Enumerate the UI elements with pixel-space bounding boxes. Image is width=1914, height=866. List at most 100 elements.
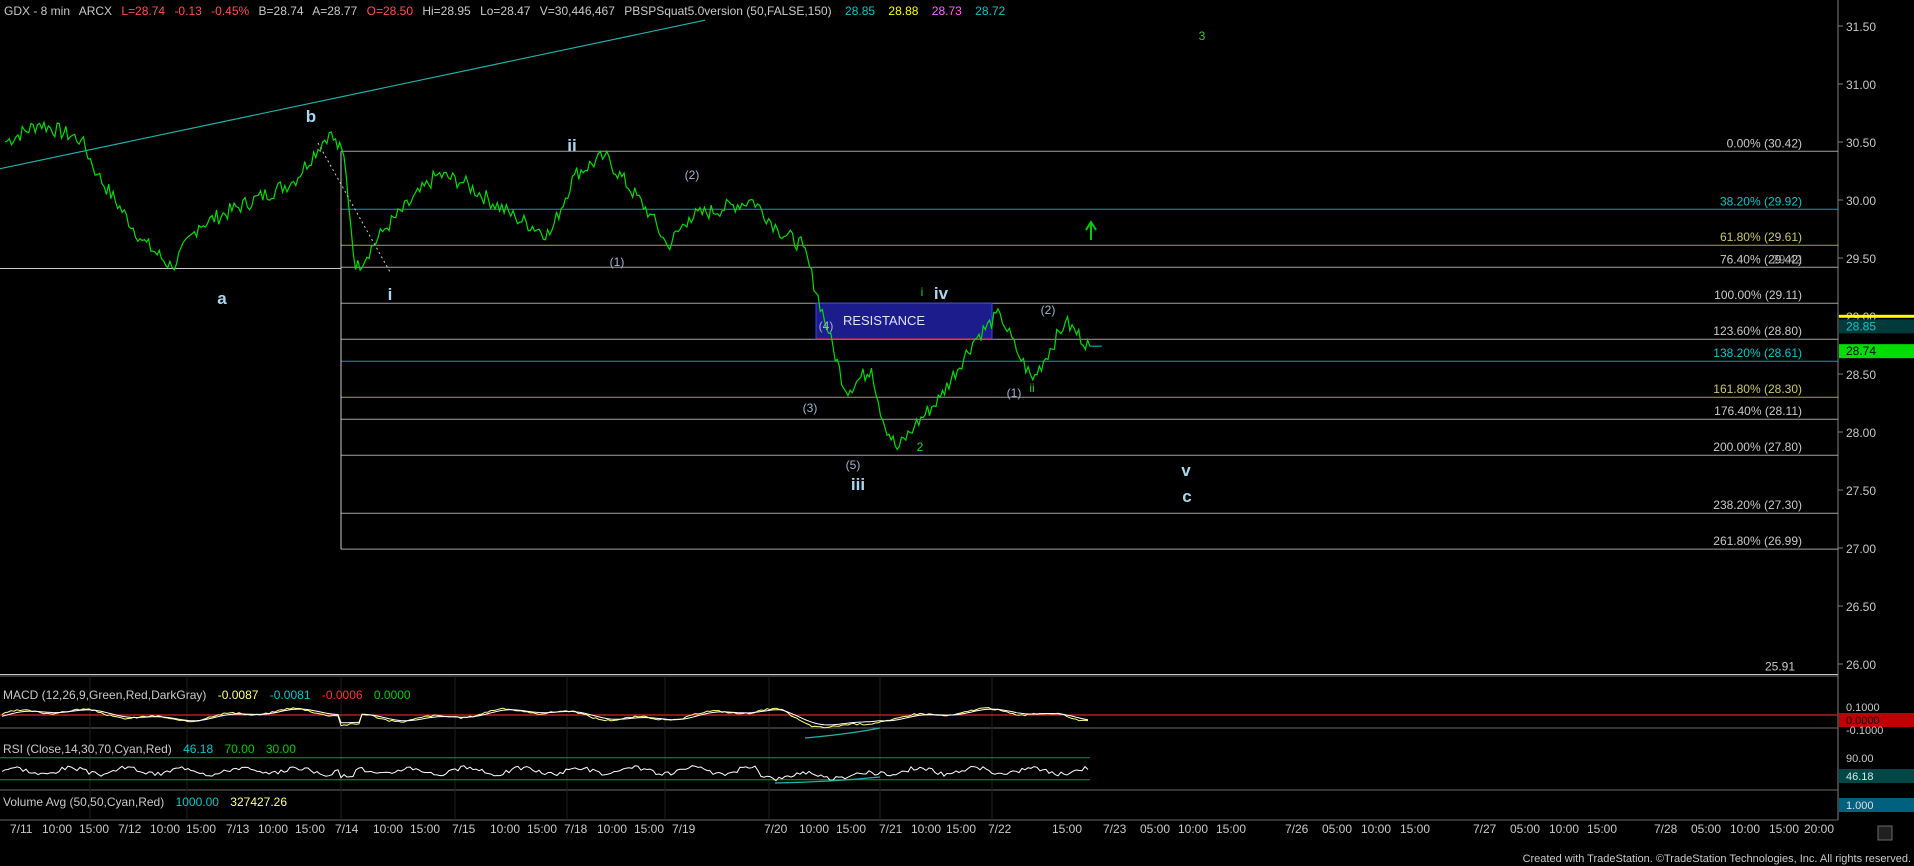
- time-tick-label: 05:00: [1510, 822, 1540, 836]
- study-value-2: 28.88: [888, 4, 918, 18]
- price-tick-label: 30.50: [1846, 136, 1876, 150]
- symbol: GDX - 8 min: [4, 4, 70, 18]
- wave-label: (1): [1007, 386, 1022, 400]
- time-tick-label: 7/14: [335, 822, 359, 836]
- macd-value: -0.0087: [218, 688, 259, 702]
- price-tick-label: 26.00: [1846, 658, 1876, 672]
- open: O=28.50: [367, 4, 414, 18]
- fib-label: 138.20% (28.61): [1713, 346, 1802, 360]
- study-value-3: 28.73: [932, 4, 962, 18]
- bid: B=28.74: [259, 4, 304, 18]
- rsi-tick-label: 90.00: [1846, 753, 1874, 765]
- wave-label: (1): [610, 255, 625, 269]
- time-tick-label: 10:00: [258, 822, 288, 836]
- time-tick-label: 10:00: [1178, 822, 1208, 836]
- ask: A=28.77: [312, 4, 357, 18]
- time-tick-label: 05:00: [1322, 822, 1352, 836]
- low: Lo=28.47: [480, 4, 531, 18]
- wave-label: (4): [819, 319, 834, 333]
- wave-label: b: [306, 107, 316, 126]
- volume-avg-label: Volume Avg (50,50,Cyan,Red): [3, 795, 164, 809]
- volume-avg-header: Volume Avg (50,50,Cyan,Red) 1000.00 3274…: [3, 795, 287, 809]
- study-name: PBSPSquat5.0version (50,FALSE,150): [624, 4, 831, 18]
- time-tick-label: 15:00: [946, 822, 976, 836]
- chart-background: [0, 0, 1914, 866]
- volume-avg-value-1: 1000.00: [176, 795, 220, 809]
- fib-label: 0.00% (30.42): [1727, 136, 1802, 150]
- time-tick-label: 7/18: [564, 822, 588, 836]
- wave-label: 2: [917, 440, 924, 454]
- time-tick-label: 7/21: [879, 822, 903, 836]
- time-tick-label: 05:00: [1691, 822, 1721, 836]
- fib-label: 38.20% (29.92): [1720, 194, 1802, 208]
- time-tick-label: 10:00: [911, 822, 941, 836]
- macd-header: MACD (12,26,9,Green,Red,DarkGray) -0.008…: [3, 688, 411, 702]
- wave-label: iii: [851, 475, 865, 494]
- price-tick-label: 30.00: [1846, 194, 1876, 208]
- wave-label: (5): [846, 458, 861, 472]
- macd-tick-label: -0.1000: [1846, 725, 1883, 737]
- fib-label: 176.40% (28.11): [1714, 404, 1802, 418]
- time-tick-label: 7/11: [10, 822, 33, 836]
- time-tick-label: 15:00: [1587, 822, 1617, 836]
- time-tick-label: 10:00: [373, 822, 403, 836]
- wave-label: ii: [567, 136, 576, 155]
- macd-diff-value: -0.0006: [322, 688, 363, 702]
- rsi-oversold: 30.00: [266, 742, 296, 756]
- macd-tick-label: 0.1000: [1846, 702, 1880, 714]
- price-tick-label: 28.50: [1846, 368, 1876, 382]
- price-tick-label: 28.00: [1846, 426, 1876, 440]
- net-change: -0.13: [174, 4, 202, 18]
- time-tick-label: 7/15: [452, 822, 476, 836]
- price-tick-label: 27.50: [1846, 484, 1876, 498]
- fib-label: 61.80% (29.61): [1720, 230, 1802, 244]
- volume: V=30,446,467: [540, 4, 615, 18]
- study-value-1: 28.85: [845, 4, 875, 18]
- time-tick-label: 7/26: [1285, 822, 1309, 836]
- time-tick-label: 15:00: [1216, 822, 1246, 836]
- time-tick-label: 20:00: [1804, 822, 1834, 836]
- wave-label: i: [921, 285, 924, 299]
- fib-label: 200.00% (27.80): [1713, 440, 1802, 454]
- time-tick-label: 15:00: [1400, 822, 1430, 836]
- price-tick-label: 31.50: [1846, 20, 1876, 34]
- resistance-label: RESISTANCE: [843, 313, 925, 328]
- time-tick-label: 10:00: [799, 822, 829, 836]
- wave-label: ii: [1029, 381, 1034, 395]
- tradestation-chart[interactable]: 0.00% (30.42) 38.20% (29.92) 61.80% (29.61…: [0, 0, 1914, 866]
- price-tick-label: 29.50: [1846, 252, 1876, 266]
- pct-change: -0.45%: [211, 4, 249, 18]
- quote-header: GDX - 8 min ARCX L=28.74 -0.13 -0.45% B=…: [4, 4, 1006, 18]
- time-tick-label: 15:00: [186, 822, 216, 836]
- time-tick-label: 15:00: [295, 822, 325, 836]
- wave-label: i: [388, 285, 393, 304]
- time-tick-label: 7/22: [988, 822, 1012, 836]
- time-tick-label: 15:00: [1769, 822, 1799, 836]
- overlap-label: 29.42: [1772, 252, 1802, 266]
- time-tick-label: 10:00: [1549, 822, 1579, 836]
- time-tick-label: 10:00: [1730, 822, 1760, 836]
- fib-label: 123.60% (28.80): [1713, 324, 1802, 338]
- volume-avg-value-2: 327427.26: [230, 795, 287, 809]
- price-tick-label: 27.00: [1846, 542, 1876, 556]
- time-tick-label: 7/27: [1473, 822, 1497, 836]
- high: Hi=28.95: [422, 4, 471, 18]
- current-price-text: 28.85: [1846, 319, 1876, 333]
- wave-label: iv: [934, 284, 949, 303]
- macd-label: MACD (12,26,9,Green,Red,DarkGray): [3, 688, 206, 702]
- time-tick-label: 05:00: [1140, 822, 1170, 836]
- macd-avg-value: -0.0081: [270, 688, 311, 702]
- wave-label: (3): [803, 401, 818, 415]
- yellow-price-marker: [1839, 314, 1914, 318]
- wave-label: 3: [1199, 29, 1206, 43]
- copyright-footer: Created with TradeStation. ©TradeStation…: [1523, 853, 1911, 865]
- wave-label: v: [1181, 461, 1191, 480]
- time-tick-label: 7/23: [1103, 822, 1127, 836]
- macd-zero-value: 0.0000: [374, 688, 411, 702]
- rsi-label: RSI (Close,14,30,70,Cyan,Red): [3, 742, 172, 756]
- time-tick-label: 15:00: [527, 822, 557, 836]
- exchange: ARCX: [79, 4, 112, 18]
- scroll-button-icon: [1877, 825, 1893, 841]
- time-tick-label: 15:00: [410, 822, 440, 836]
- volume-current-value: 1.000: [1846, 800, 1874, 812]
